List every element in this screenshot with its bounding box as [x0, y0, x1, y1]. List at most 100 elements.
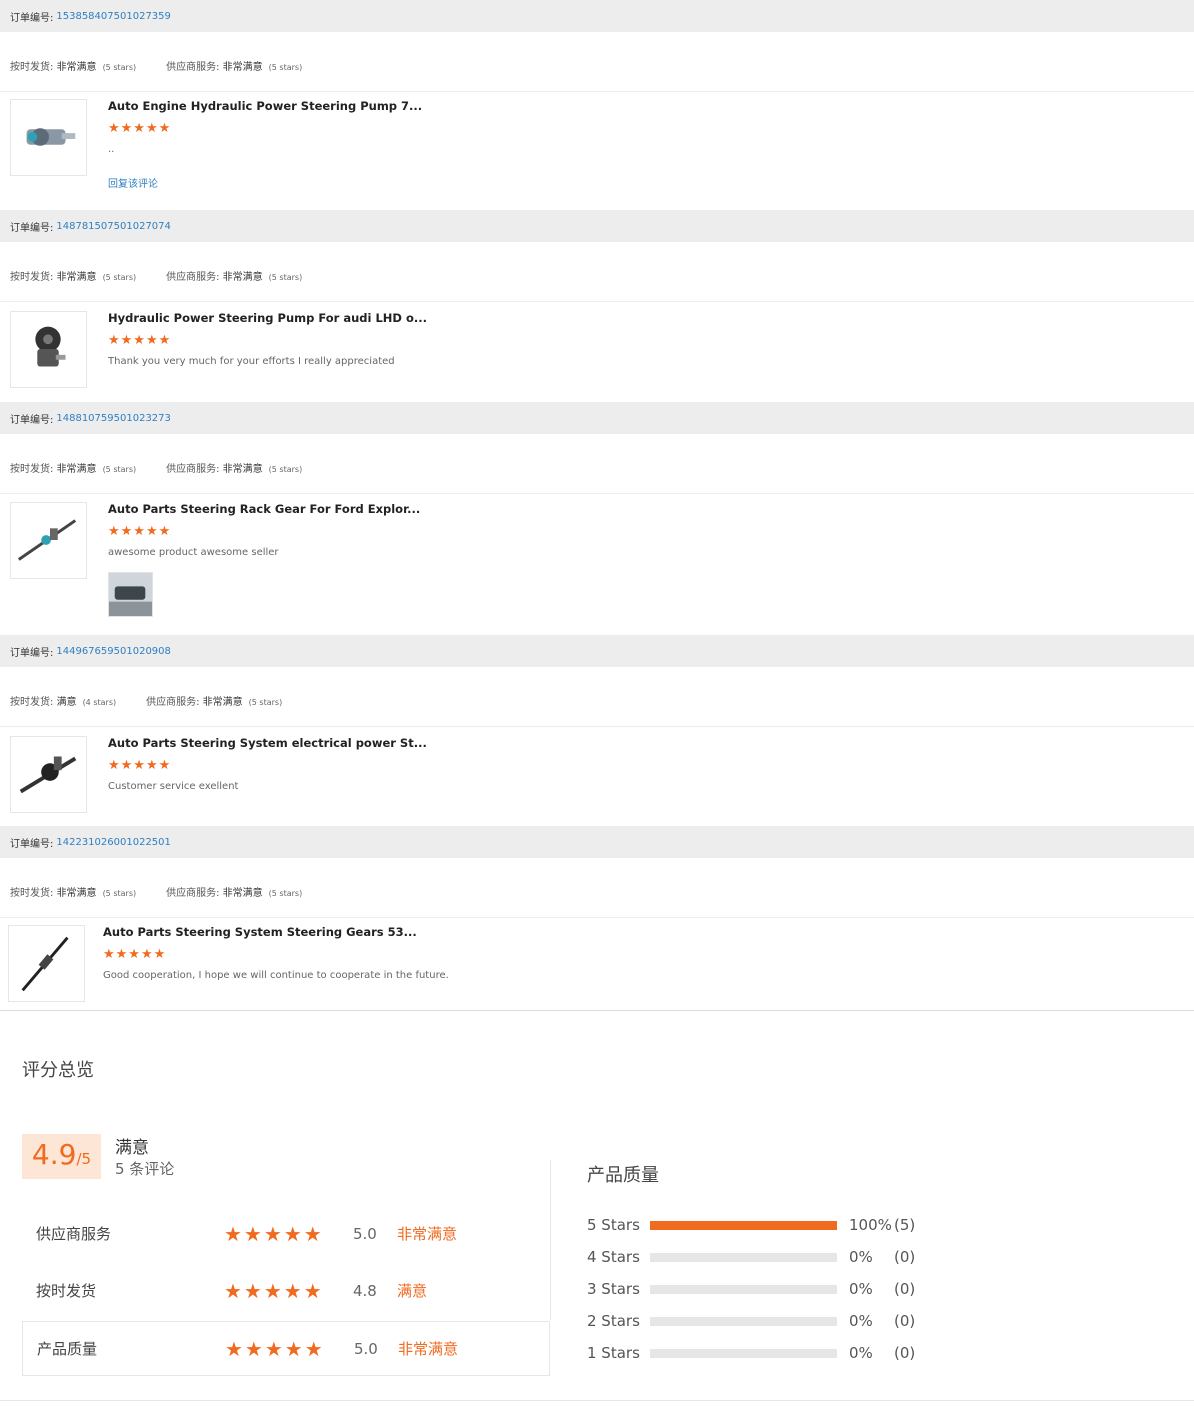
- supplier-rating: 非常满意: [222, 62, 263, 73]
- summary-title: 评分总览: [22, 1060, 94, 1081]
- star-rating: ★★★★★: [108, 121, 172, 136]
- rating-bar-percent: 0%: [849, 1248, 873, 1266]
- supplier-stars: (5 stars): [268, 889, 303, 898]
- shipping-rating: 非常满意: [56, 888, 97, 899]
- rating-bar-track: [650, 1284, 837, 1294]
- rating-bar-row: 4 Stars 0% (0): [587, 1247, 927, 1267]
- order-number-label: 订单编号:: [10, 414, 54, 426]
- product-title[interactable]: Auto Parts Steering System Steering Gear…: [103, 925, 449, 939]
- rating-bar-percent: 0%: [849, 1312, 873, 1330]
- order-ratings: 按时发货: 非常满意 (5 stars) 供应商服务: 非常满意 (5 stars): [0, 442, 1194, 494]
- product-info: Auto Engine Hydraulic Power Steering Pum…: [108, 99, 422, 190]
- order-block: 订单编号: 142231026001022501 按时发货: 非常满意 (5 st…: [0, 826, 1194, 918]
- supplier-stars: (5 stars): [268, 465, 303, 474]
- product-title[interactable]: Hydraulic Power Steering Pump For audi L…: [108, 311, 427, 325]
- rating-bar-label: 4 Stars: [587, 1248, 640, 1266]
- supplier-stars: (5 stars): [248, 698, 283, 707]
- summary-row-label: 按时发货: [36, 1282, 97, 1300]
- order-number-link[interactable]: 144967659501020908: [56, 646, 171, 657]
- order-number-link[interactable]: 148781507501027074: [56, 221, 171, 232]
- summary-row-quality[interactable]: 产品质量 ★★★★★ 5.0 非常满意: [22, 1321, 550, 1376]
- product-title[interactable]: Auto Parts Steering System electrical po…: [108, 736, 427, 750]
- product-thumbnail[interactable]: [10, 311, 87, 388]
- rating-bar-label: 2 Stars: [587, 1312, 640, 1330]
- product-thumbnail[interactable]: [10, 99, 87, 176]
- summary-row-value: 5.0: [354, 1339, 378, 1358]
- section-divider: [0, 1010, 1194, 1011]
- supplier-stars: (5 stars): [268, 273, 303, 282]
- supplier-label: 供应商服务:: [166, 464, 220, 475]
- overall-score-badge: 4.9 /5: [22, 1134, 101, 1179]
- bottom-divider: [0, 1400, 1194, 1401]
- product-thumbnail[interactable]: [10, 502, 87, 579]
- rating-bar-row: 3 Stars 0% (0): [587, 1279, 927, 1299]
- shipping-label: 按时发货:: [10, 272, 54, 283]
- shipping-rating: 非常满意: [56, 464, 97, 475]
- summary-row-supplier: 供应商服务 ★★★★★ 5.0 非常满意: [22, 1206, 550, 1261]
- shipping-label: 按时发货:: [10, 464, 54, 475]
- summary-row-stars: ★★★★★: [225, 1336, 325, 1361]
- order-number-link[interactable]: 142231026001022501: [56, 837, 171, 848]
- shipping-stars: (5 stars): [102, 465, 137, 474]
- rating-bar-percent: 0%: [849, 1344, 873, 1362]
- order-ratings: 按时发货: 满意 (4 stars) 供应商服务: 非常满意 (5 stars): [0, 675, 1194, 727]
- reply-link[interactable]: 回复该评论: [108, 175, 422, 190]
- summary-row-value: 5.0: [353, 1224, 377, 1243]
- review-comment: Good cooperation, I hope we will continu…: [103, 970, 449, 981]
- overall-satisfaction: 满意: [115, 1138, 149, 1158]
- summary-row-shipping: 按时发货 ★★★★★ 4.8 满意: [22, 1263, 550, 1318]
- shipping-rating: 非常满意: [56, 272, 97, 283]
- overall-score-denominator: /5: [76, 1150, 92, 1168]
- rating-bar-track: [650, 1220, 837, 1230]
- summary-row-text: 满意: [397, 1282, 428, 1300]
- star-rating: ★★★★★: [108, 333, 172, 348]
- rating-bar-label: 3 Stars: [587, 1280, 640, 1298]
- rating-bar-track: [650, 1348, 837, 1358]
- summary-row-text: 非常满意: [398, 1340, 459, 1358]
- product-thumbnail[interactable]: [10, 736, 87, 813]
- product-info: Hydraulic Power Steering Pump For audi L…: [108, 311, 427, 367]
- product-info: Auto Parts Steering System electrical po…: [108, 736, 427, 792]
- shipping-label: 按时发货:: [10, 697, 54, 708]
- supplier-label: 供应商服务:: [166, 272, 220, 283]
- product-quality-title: 产品质量: [587, 1165, 659, 1186]
- product-thumbnail[interactable]: [8, 925, 85, 1002]
- order-block: 订单编号: 148810759501023273 按时发货: 非常满意 (5 st…: [0, 402, 1194, 494]
- supplier-rating: 非常满意: [222, 888, 263, 899]
- rating-bar-track: [650, 1316, 837, 1326]
- summary-row-label: 产品质量: [37, 1340, 98, 1358]
- order-header: 订单编号: 142231026001022501: [0, 826, 1194, 858]
- star-rating: ★★★★★: [103, 947, 167, 962]
- summary-row-label: 供应商服务: [36, 1225, 112, 1243]
- supplier-stars: (5 stars): [268, 63, 303, 72]
- rating-bar-row: 5 Stars 100% (5): [587, 1215, 927, 1235]
- order-number-link[interactable]: 148810759501023273: [56, 413, 171, 424]
- review-comment: Thank you very much for your efforts I r…: [108, 356, 395, 367]
- order-header: 订单编号: 153858407501027359: [0, 0, 1194, 32]
- summary-row-text: 非常满意: [397, 1225, 458, 1243]
- order-number-label: 订单编号:: [10, 12, 54, 24]
- product-title[interactable]: Auto Parts Steering Rack Gear For Ford E…: [108, 502, 420, 516]
- supplier-label: 供应商服务:: [166, 888, 220, 899]
- rating-bar-row: 1 Stars 0% (0): [587, 1343, 927, 1363]
- supplier-rating: 非常满意: [222, 272, 263, 283]
- summary-row-value: 4.8: [353, 1281, 377, 1300]
- shipping-label: 按时发货:: [10, 888, 54, 899]
- order-block: 订单编号: 144967659501020908 按时发货: 满意 (4 star…: [0, 635, 1194, 727]
- overall-score: 4.9: [31, 1138, 77, 1171]
- review-photo[interactable]: [108, 572, 153, 617]
- shipping-stars: (5 stars): [102, 63, 137, 72]
- supplier-rating: 非常满意: [202, 697, 243, 708]
- order-number-link[interactable]: 153858407501027359: [56, 11, 171, 22]
- rating-bar-count: (0): [894, 1312, 916, 1330]
- rating-bar-fill: [650, 1220, 837, 1230]
- product-title[interactable]: Auto Engine Hydraulic Power Steering Pum…: [108, 99, 422, 113]
- order-number-label: 订单编号:: [10, 838, 54, 850]
- order-header: 订单编号: 148810759501023273: [0, 402, 1194, 434]
- order-ratings: 按时发货: 非常满意 (5 stars) 供应商服务: 非常满意 (5 stars): [0, 40, 1194, 92]
- review-count: 5 条评论: [115, 1160, 175, 1178]
- supplier-rating: 非常满意: [222, 464, 263, 475]
- rating-bar-count: (0): [894, 1344, 916, 1362]
- rating-bar-track: [650, 1252, 837, 1262]
- order-ratings: 按时发货: 非常满意 (5 stars) 供应商服务: 非常满意 (5 stars): [0, 866, 1194, 918]
